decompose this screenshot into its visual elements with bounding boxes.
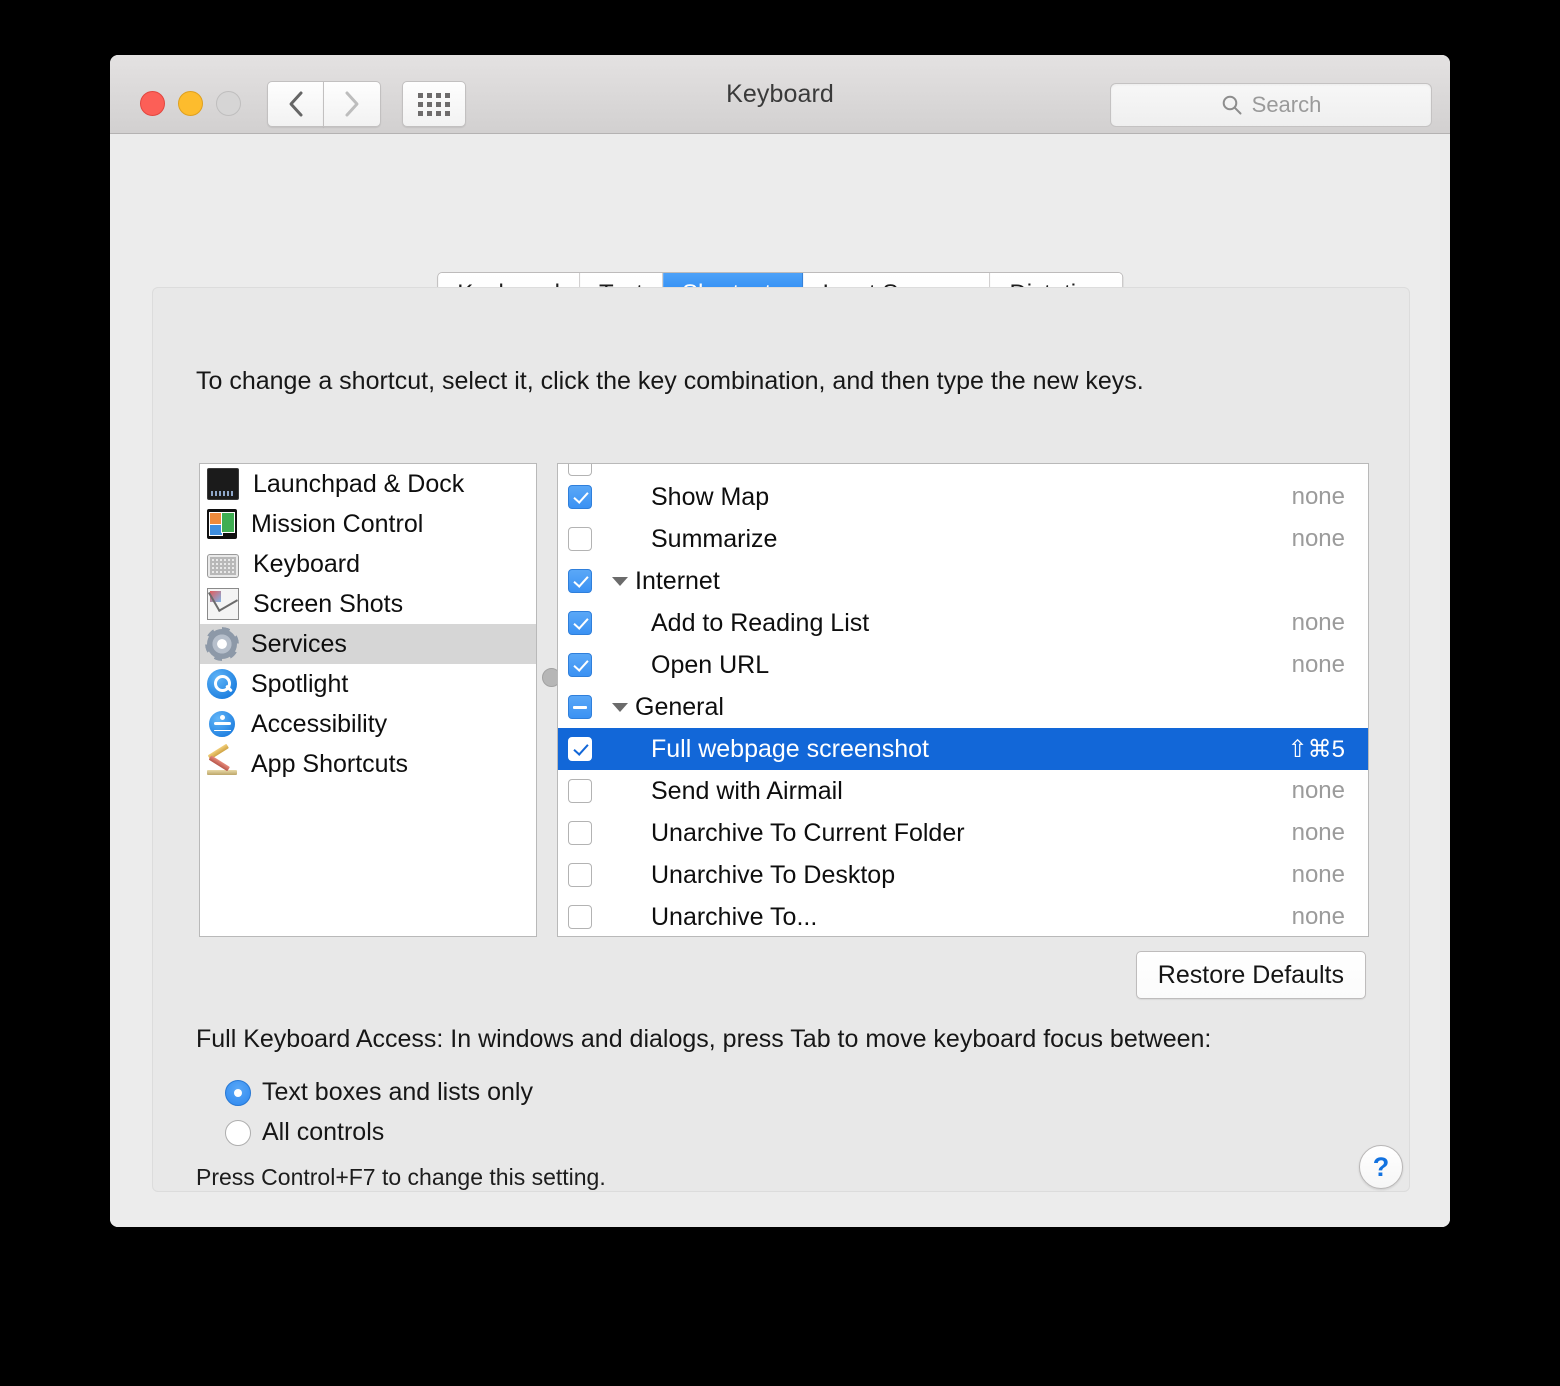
search-placeholder: Search xyxy=(1252,92,1322,118)
row-label: Add to Reading List xyxy=(651,609,869,638)
row-shortcut[interactable]: none xyxy=(1292,483,1345,511)
row-shortcut[interactable]: none xyxy=(1292,777,1345,805)
table-row[interactable]: Unarchive To... none xyxy=(558,896,1368,937)
row-checkbox[interactable] xyxy=(568,737,592,761)
row-label: Open URL xyxy=(651,651,769,680)
window-titlebar: Keyboard Search xyxy=(110,55,1450,134)
table-group-row[interactable]: General xyxy=(558,686,1368,728)
row-checkbox[interactable] xyxy=(568,527,592,551)
table-row[interactable] xyxy=(558,464,1368,476)
row-label: Send with Airmail xyxy=(651,777,843,806)
sidebar-item-label: Keyboard xyxy=(253,550,360,579)
table-row[interactable]: Show Map none xyxy=(558,476,1368,518)
chevron-down-icon[interactable] xyxy=(612,577,628,586)
radio-label: All controls xyxy=(262,1118,384,1147)
full-keyboard-access-note: Press Control+F7 to change this setting. xyxy=(196,1164,606,1191)
row-shortcut[interactable]: ⇧⌘5 xyxy=(1288,735,1345,764)
group-label: General xyxy=(635,693,724,722)
keyboard-icon xyxy=(207,554,239,578)
sidebar-item-label: Screen Shots xyxy=(253,590,403,619)
row-checkbox[interactable] xyxy=(568,653,592,677)
radio-button[interactable] xyxy=(225,1080,251,1106)
table-row[interactable]: Unarchive To Desktop none xyxy=(558,854,1368,896)
sidebar-item-app-shortcuts[interactable]: App Shortcuts xyxy=(200,744,536,784)
row-label: Unarchive To Current Folder xyxy=(651,819,965,848)
radio-all-controls[interactable]: All controls xyxy=(225,1118,384,1147)
table-row-selected[interactable]: Full webpage screenshot ⇧⌘5 xyxy=(558,728,1368,770)
sidebar-item-label: Mission Control xyxy=(251,510,423,539)
radio-label: Text boxes and lists only xyxy=(262,1078,533,1107)
row-checkbox[interactable] xyxy=(568,905,592,929)
row-checkbox[interactable] xyxy=(568,863,592,887)
row-label: Show Map xyxy=(651,483,769,512)
sidebar-item-accessibility[interactable]: Accessibility xyxy=(200,704,536,744)
chevron-down-icon[interactable] xyxy=(612,703,628,712)
sidebar-item-spotlight[interactable]: Spotlight xyxy=(200,664,536,704)
radio-button[interactable] xyxy=(225,1120,251,1146)
sidebar-item-services[interactable]: Services xyxy=(200,624,536,664)
row-label: Unarchive To... xyxy=(651,903,817,932)
sidebar-item-label: Spotlight xyxy=(251,670,348,699)
window-body: Keyboard Text Shortcuts Input Sources Di… xyxy=(110,134,1450,1227)
table-row[interactable]: Unarchive To Current Folder none xyxy=(558,812,1368,854)
row-checkbox[interactable] xyxy=(568,611,592,635)
launchpad-dock-icon xyxy=(207,468,239,500)
row-shortcut[interactable]: none xyxy=(1292,525,1345,553)
row-label: Full webpage screenshot xyxy=(651,735,929,764)
sidebar-item-label: Services xyxy=(251,630,347,659)
row-checkbox[interactable] xyxy=(568,464,592,476)
spotlight-icon xyxy=(207,669,237,699)
row-shortcut[interactable]: none xyxy=(1292,861,1345,889)
search-icon xyxy=(1221,94,1243,116)
sidebar-item-screen-shots[interactable]: Screen Shots xyxy=(200,584,536,624)
instruction-text: To change a shortcut, select it, click t… xyxy=(196,367,1144,396)
row-checkbox[interactable] xyxy=(568,485,592,509)
shortcut-list[interactable]: Show Map none Summarize none Internet Ad… xyxy=(557,463,1369,937)
keyboard-preferences-window: Keyboard Search Keyboard Text Shortcuts … xyxy=(110,55,1450,1227)
app-shortcuts-icon xyxy=(207,749,237,779)
table-group-row[interactable]: Internet xyxy=(558,560,1368,602)
row-shortcut[interactable]: none xyxy=(1292,651,1345,679)
group-checkbox[interactable] xyxy=(568,695,592,719)
restore-defaults-button[interactable]: Restore Defaults xyxy=(1136,951,1366,999)
row-label: Summarize xyxy=(651,525,777,554)
mission-control-icon xyxy=(207,509,237,539)
search-input[interactable]: Search xyxy=(1110,83,1432,127)
accessibility-icon xyxy=(207,709,237,739)
row-label: Unarchive To Desktop xyxy=(651,861,895,890)
shortcuts-panel: To change a shortcut, select it, click t… xyxy=(152,287,1410,1192)
services-gear-icon xyxy=(207,629,237,659)
table-row[interactable]: Add to Reading List none xyxy=(558,602,1368,644)
table-row[interactable]: Summarize none xyxy=(558,518,1368,560)
help-button[interactable]: ? xyxy=(1359,1145,1403,1189)
table-row[interactable]: Send with Airmail none xyxy=(558,770,1368,812)
table-row[interactable]: Open URL none xyxy=(558,644,1368,686)
group-label: Internet xyxy=(635,567,720,596)
row-checkbox[interactable] xyxy=(568,779,592,803)
sidebar-item-mission-control[interactable]: Mission Control xyxy=(200,504,536,544)
sidebar-item-label: Launchpad & Dock xyxy=(253,470,464,499)
screen-shots-icon xyxy=(207,588,239,620)
sidebar-item-keyboard[interactable]: Keyboard xyxy=(200,544,536,584)
sidebar-item-label: App Shortcuts xyxy=(251,750,408,779)
row-shortcut[interactable]: none xyxy=(1292,609,1345,637)
row-shortcut[interactable]: none xyxy=(1292,819,1345,847)
category-list[interactable]: Launchpad & Dock Mission Control Keyboar… xyxy=(199,463,537,937)
radio-text-boxes-and-lists-only[interactable]: Text boxes and lists only xyxy=(225,1078,533,1107)
group-checkbox[interactable] xyxy=(568,569,592,593)
sidebar-item-launchpad-dock[interactable]: Launchpad & Dock xyxy=(200,464,536,504)
sidebar-item-label: Accessibility xyxy=(251,710,387,739)
row-shortcut[interactable]: none xyxy=(1292,903,1345,931)
full-keyboard-access-label: Full Keyboard Access: In windows and dia… xyxy=(196,1025,1211,1054)
row-checkbox[interactable] xyxy=(568,821,592,845)
